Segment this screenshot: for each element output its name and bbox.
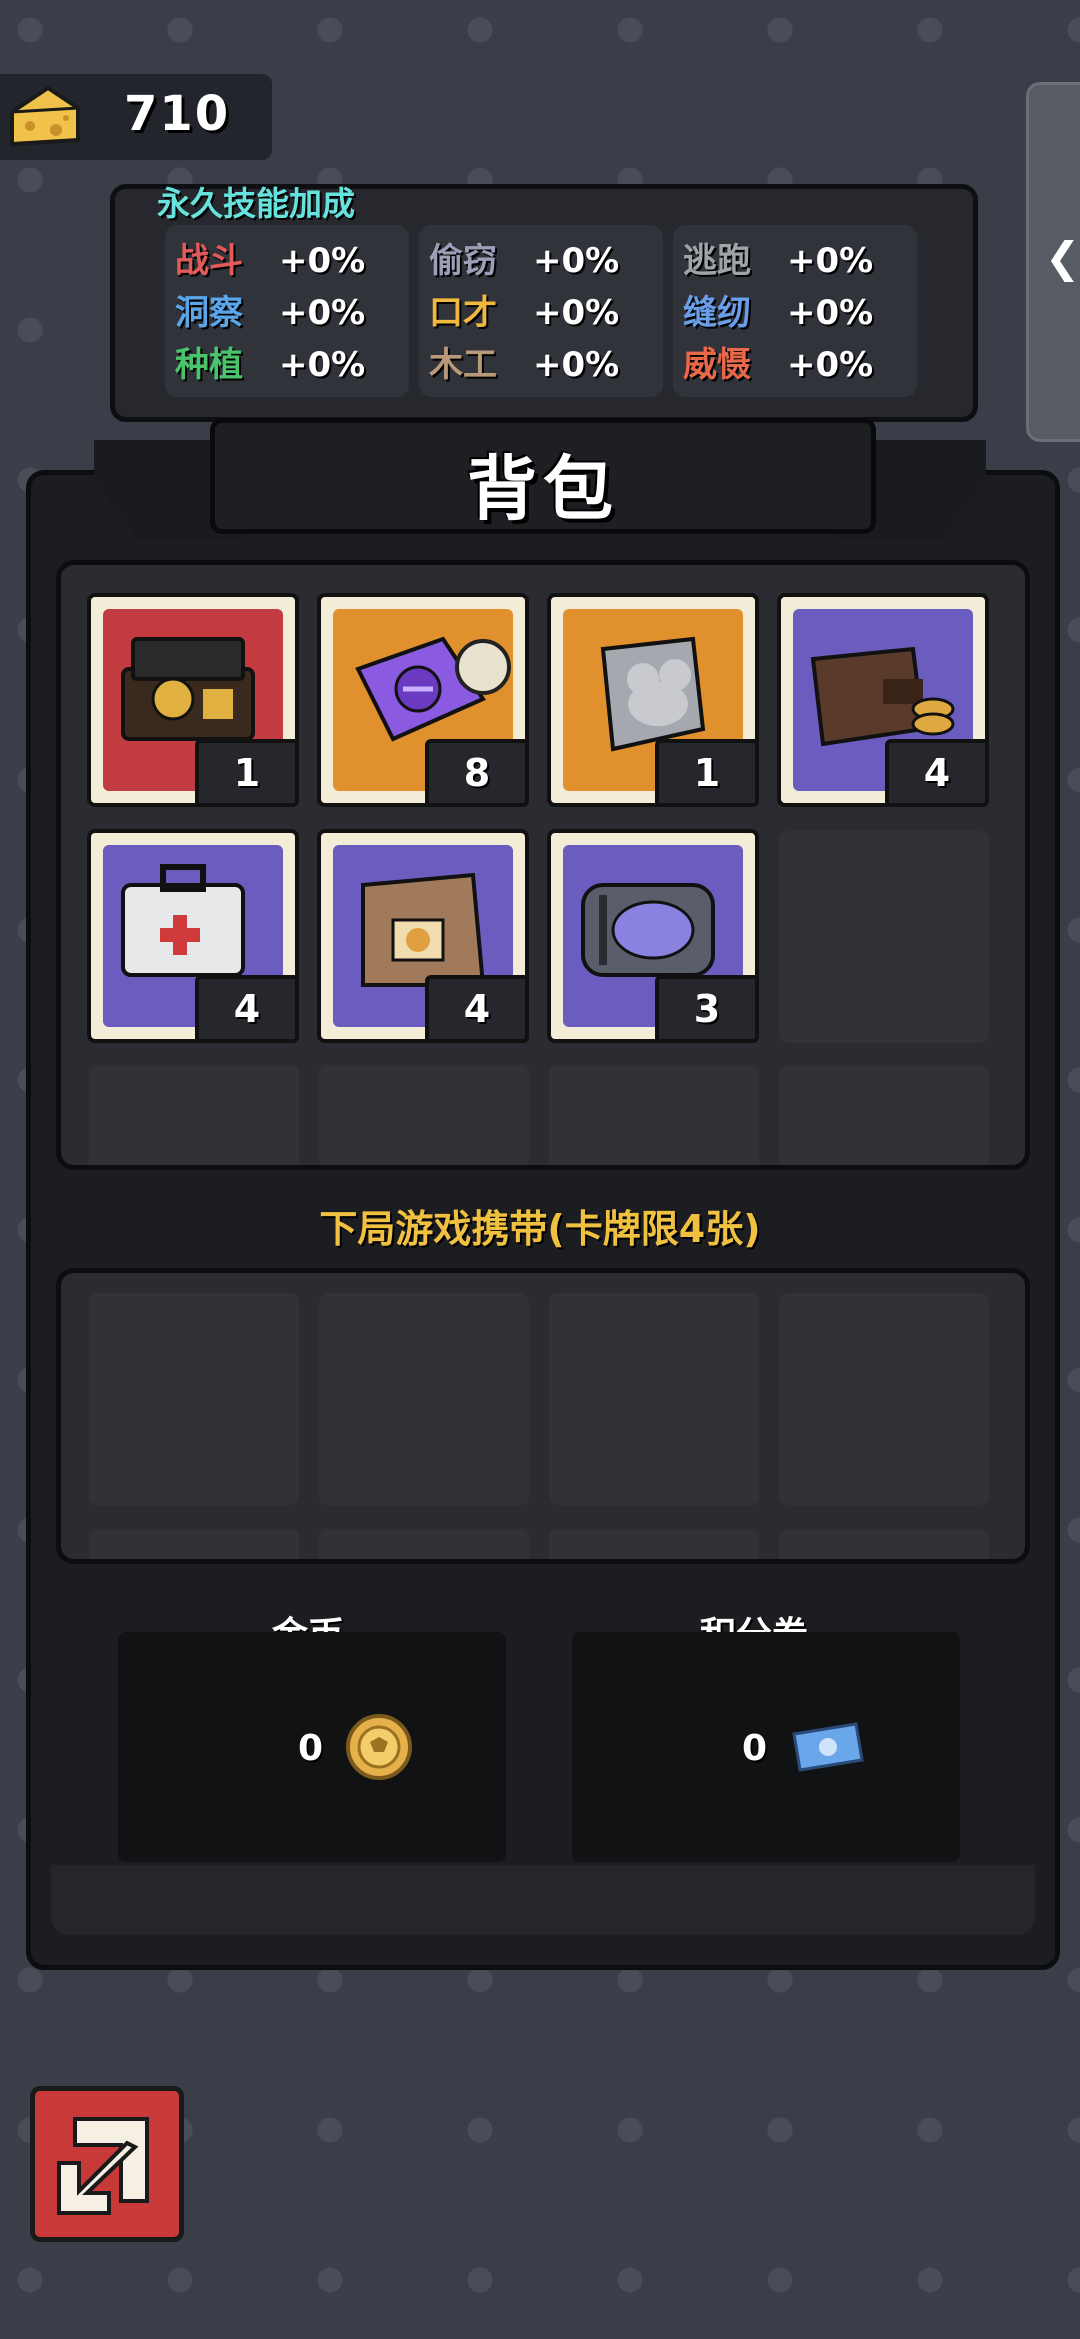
inventory-slot (779, 1065, 989, 1165)
skill-column: 逃跑 +0% 缝纫 +0% 威慑 +0% (673, 225, 917, 397)
skill-name: 洞察 (175, 293, 243, 333)
wallet-card[interactable]: 4 (777, 593, 989, 807)
inventory-slot (549, 1065, 759, 1165)
skill-row: 口才 +0% (429, 285, 619, 335)
inventory-grid: 1 8 1 4 4 4 3 (56, 560, 1030, 1170)
skill-column: 偷窃 +0% 口才 +0% 木工 +0% (419, 225, 663, 397)
cheese-bag-card[interactable]: 4 (317, 829, 529, 1043)
item-count: 3 (655, 975, 759, 1043)
carry-slot[interactable] (319, 1529, 529, 1559)
exit-arrow-icon (57, 2117, 149, 2215)
skill-value: +0% (533, 345, 620, 385)
purple-gem-card[interactable]: 8 (317, 593, 529, 807)
title-banner: 背包 (210, 418, 876, 534)
ticket-icon (792, 1722, 864, 1772)
inventory-slot (319, 1065, 529, 1165)
permanent-skill-panel: 永久技能加成 战斗 +0% 洞察 +0% 种植 +0% 偷窃 +0% 口才 +0% 木工 +0% 逃跑 +… (110, 184, 978, 422)
skill-row: 洞察 +0% (175, 285, 365, 335)
carry-slot[interactable] (319, 1293, 529, 1505)
first-aid-card[interactable]: 4 (87, 829, 299, 1043)
gold-value: 0 (298, 1728, 324, 1769)
item-count: 8 (425, 739, 529, 807)
carry-slot[interactable] (89, 1293, 299, 1505)
skill-name: 逃跑 (683, 241, 751, 281)
skill-name: 战斗 (175, 241, 243, 281)
carry-slots (56, 1268, 1030, 1564)
skill-row: 威慑 +0% (683, 337, 873, 387)
mouse-idol-card[interactable]: 1 (547, 593, 759, 807)
skill-column: 战斗 +0% 洞察 +0% 种植 +0% (165, 225, 409, 397)
skill-row: 逃跑 +0% (683, 233, 873, 283)
item-count: 1 (655, 739, 759, 807)
skill-name: 口才 (429, 293, 497, 333)
points-value: 0 (742, 1728, 768, 1769)
carry-slot[interactable] (779, 1293, 989, 1505)
skill-row: 缝纫 +0% (683, 285, 873, 335)
skill-value: +0% (787, 345, 874, 385)
skill-row: 战斗 +0% (175, 233, 365, 283)
cheese-icon (10, 85, 80, 147)
skill-row: 偷窃 +0% (429, 233, 619, 283)
exit-button[interactable] (30, 2086, 184, 2242)
carry-slot[interactable] (549, 1529, 759, 1559)
skill-row: 木工 +0% (429, 337, 619, 387)
skill-row: 种植 +0% (175, 337, 365, 387)
skill-name: 偷窃 (429, 241, 497, 281)
chevron-left-icon: ❮ (1045, 233, 1080, 282)
item-count: 4 (195, 975, 299, 1043)
side-drawer-tab[interactable]: ❮ (1026, 82, 1080, 442)
skill-value: +0% (787, 241, 874, 281)
item-count: 4 (425, 975, 529, 1043)
skill-name: 缝纫 (683, 293, 751, 333)
item-count: 1 (195, 739, 299, 807)
skill-value: +0% (279, 345, 366, 385)
page-title: 背包 (467, 448, 619, 530)
skill-value: +0% (279, 241, 366, 281)
gold-coin-icon (346, 1714, 412, 1780)
brain-jar-card[interactable]: 3 (547, 829, 759, 1043)
carry-slot[interactable] (779, 1529, 989, 1559)
carry-label: 下局游戏携带(卡牌限4张) (319, 1207, 761, 1251)
carry-slot[interactable] (549, 1293, 759, 1505)
skill-value: +0% (533, 241, 620, 281)
skill-value: +0% (279, 293, 366, 333)
skill-name: 种植 (175, 345, 243, 385)
skills-title: 永久技能加成 (157, 184, 355, 223)
bag-panel-footer (51, 1865, 1035, 1935)
gift-box-card[interactable]: 1 (87, 593, 299, 807)
item-count: 4 (885, 739, 989, 807)
skill-name: 木工 (429, 345, 497, 385)
skill-value: +0% (787, 293, 874, 333)
cheese-count: 710 (124, 86, 231, 142)
carry-slot[interactable] (89, 1529, 299, 1559)
puzzle-badge-icon (455, 639, 511, 695)
skill-name: 威慑 (683, 345, 751, 385)
skill-value: +0% (533, 293, 620, 333)
inventory-slot (89, 1065, 299, 1165)
inventory-slot (779, 831, 989, 1043)
